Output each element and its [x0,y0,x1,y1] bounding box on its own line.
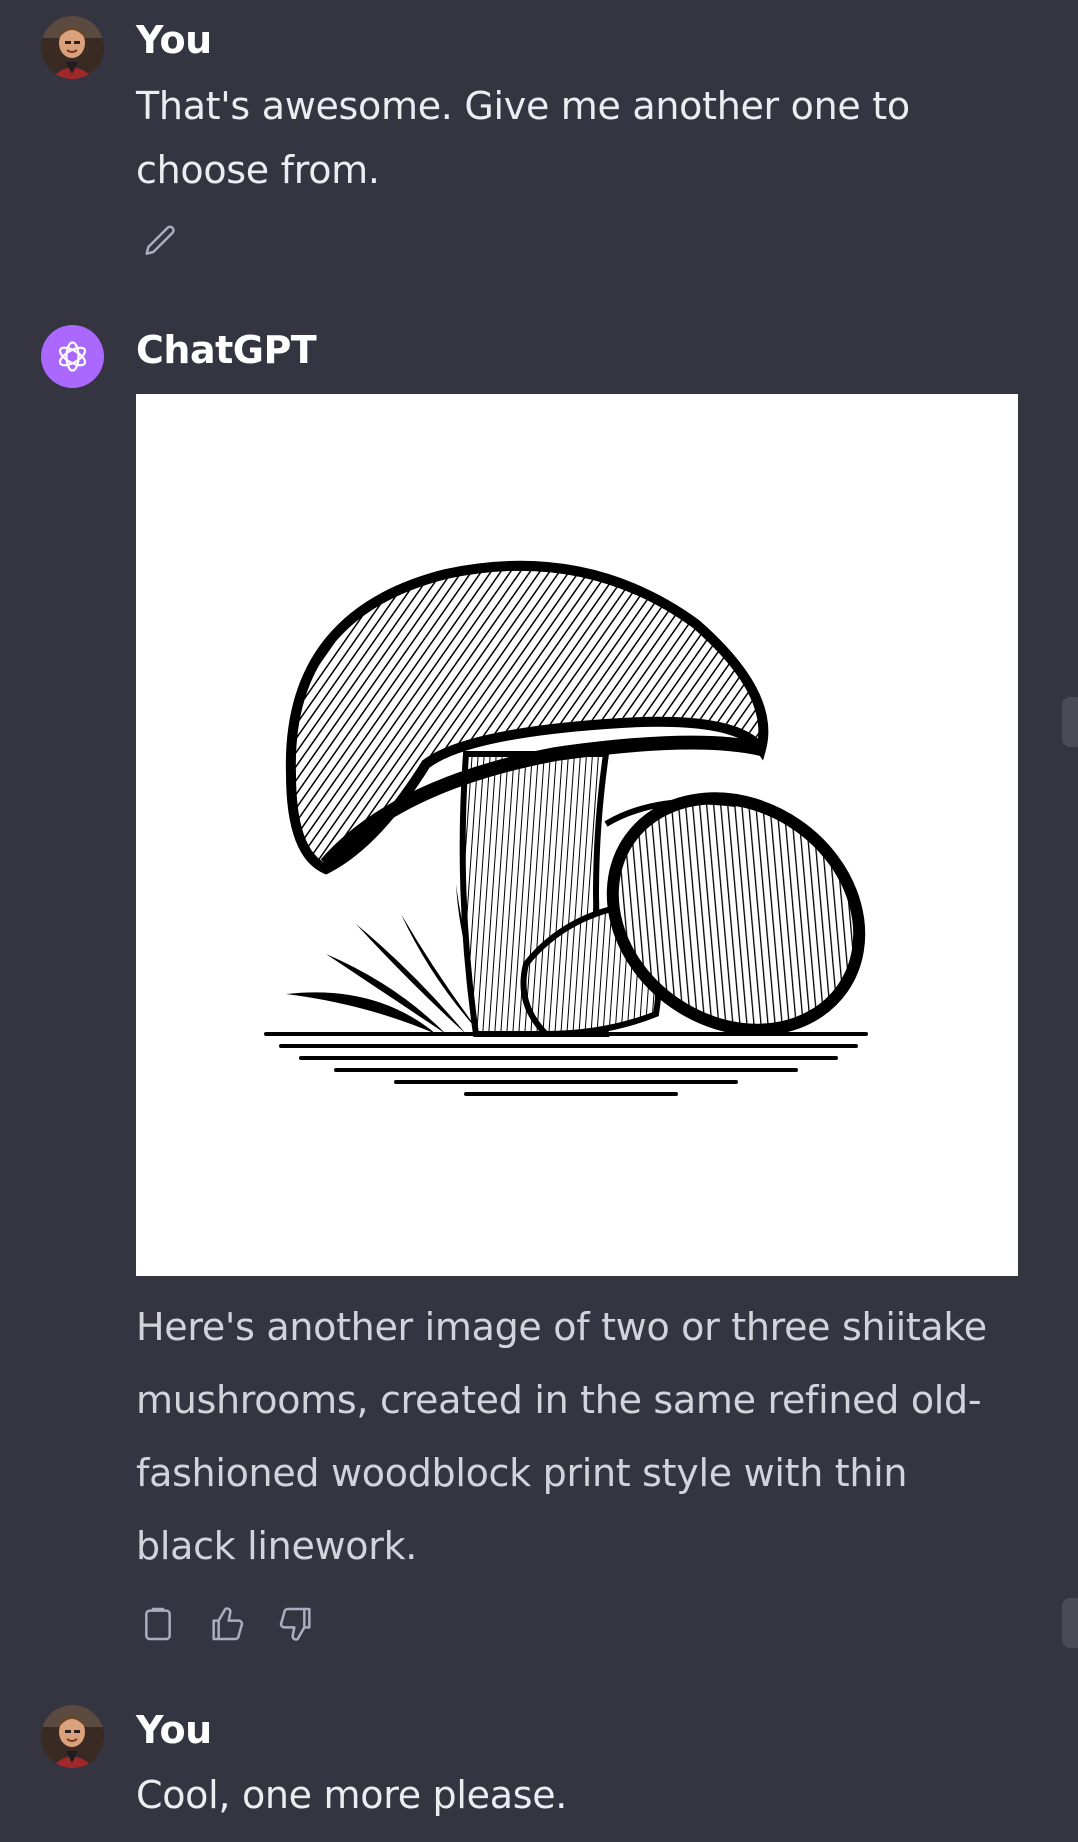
user-message-1: You That's awesome. Give me another one … [0,0,1078,300]
message-author: You [136,18,212,62]
user-message-2: You Cool, one more please. [0,1690,1078,1842]
thumbs-up-icon [207,1604,247,1648]
copy-button[interactable] [136,1604,180,1648]
user-avatar [41,1705,104,1768]
thumbs-up-button[interactable] [205,1604,249,1648]
message-author: You [136,1708,212,1752]
thumbs-down-icon [276,1604,316,1648]
pencil-icon [140,222,180,266]
message-text: That's awesome. Give me another one to c… [136,84,910,192]
generated-image[interactable] [136,394,1018,1276]
message-author: ChatGPT [136,328,317,372]
mushroom-illustration-icon [264,560,868,1096]
openai-logo-icon [58,341,87,372]
message-text: Here's another image of two or three shi… [136,1305,987,1568]
scroll-indicator-bottom[interactable] [1062,1598,1078,1648]
thumbs-down-button[interactable] [274,1604,318,1648]
clipboard-icon [138,1604,178,1648]
edit-button[interactable] [138,222,182,266]
scroll-indicator-top[interactable] [1062,697,1078,747]
user-avatar [41,16,104,79]
message-text: Cool, one more please. [136,1773,568,1817]
chatgpt-avatar [41,325,104,388]
